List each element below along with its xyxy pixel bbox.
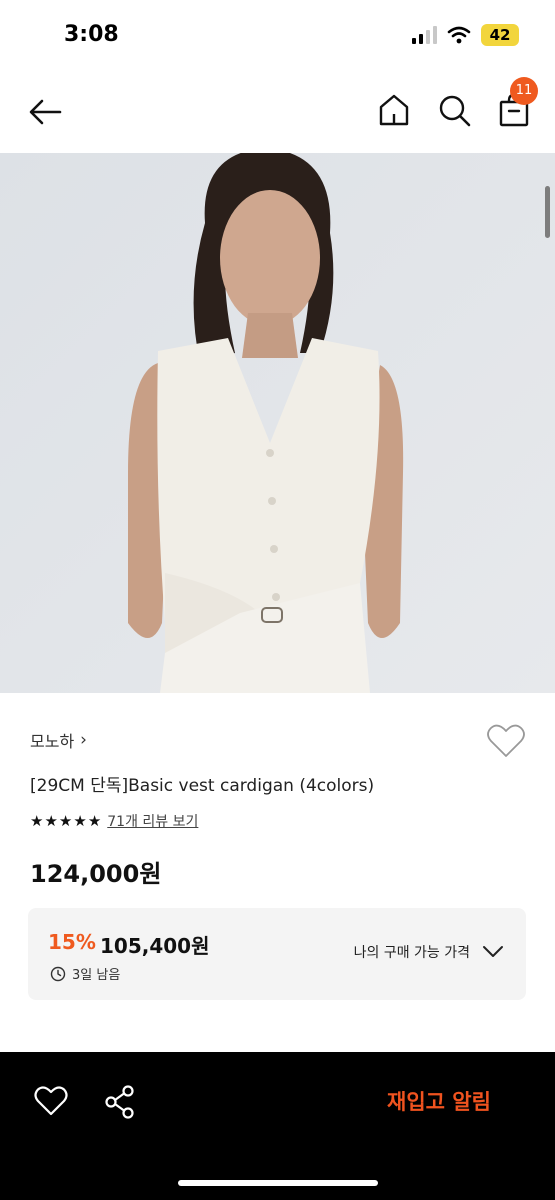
- brand-name: 모노하: [30, 732, 75, 751]
- discount-rate: 15%: [48, 930, 96, 954]
- my-price-label: 나의 구매 가능 가격: [353, 945, 470, 961]
- battery-indicator: 42: [481, 24, 519, 46]
- signal-icon: [412, 26, 437, 44]
- review-link[interactable]: 71개 리뷰 보기: [107, 811, 198, 831]
- bottom-action-bar: 재입고 알림: [0, 1052, 555, 1200]
- rating-stars: ★ ★ ★ ★ ★: [30, 812, 101, 830]
- wifi-icon: [447, 26, 471, 44]
- search-icon[interactable]: [436, 92, 472, 128]
- time-left-row: 3일 남음: [50, 964, 120, 983]
- nav-bar: [0, 72, 555, 152]
- heart-icon[interactable]: [486, 722, 526, 760]
- star-icon: ★: [30, 812, 44, 830]
- rating-row: ★ ★ ★ ★ ★ 71개 리뷰 보기: [30, 811, 198, 831]
- home-icon[interactable]: [376, 92, 412, 128]
- star-icon: ★: [58, 812, 73, 830]
- brand-link[interactable]: 모노하 ›: [30, 728, 87, 752]
- my-price-toggle[interactable]: 나의 구매 가능 가격: [354, 942, 504, 962]
- chevron-right-icon: ›: [80, 730, 87, 750]
- product-image[interactable]: [0, 153, 555, 693]
- image-scroll-indicator: [545, 186, 550, 238]
- discount-price: 105,400원: [100, 934, 210, 958]
- product-price: 124,000원: [30, 860, 162, 888]
- clock-icon: [50, 966, 66, 981]
- status-bar: 3:08 42: [0, 0, 555, 72]
- product-title: [29CM 단독]Basic vest cardigan (4colors): [30, 776, 375, 796]
- wishlist-heart-icon[interactable]: [34, 1084, 68, 1118]
- share-icon[interactable]: [104, 1084, 136, 1120]
- product-photo: [0, 153, 555, 693]
- restock-alert-button[interactable]: 재입고 알림: [372, 1084, 506, 1120]
- discount-box[interactable]: 15% 105,400원 3일 남음 나의 구매 가능 가격: [28, 908, 526, 1000]
- star-icon: ★: [73, 812, 87, 830]
- cart-count-badge: 11: [510, 77, 538, 105]
- time-left-text: 3일 남음: [72, 968, 121, 983]
- back-arrow-icon[interactable]: [26, 92, 66, 132]
- status-time: 3:08: [64, 22, 119, 47]
- status-indicators: 42: [412, 24, 519, 46]
- home-indicator: [178, 1180, 378, 1186]
- star-icon: ★: [87, 812, 102, 830]
- chevron-down-icon: [483, 946, 503, 957]
- star-icon: ★: [44, 812, 58, 830]
